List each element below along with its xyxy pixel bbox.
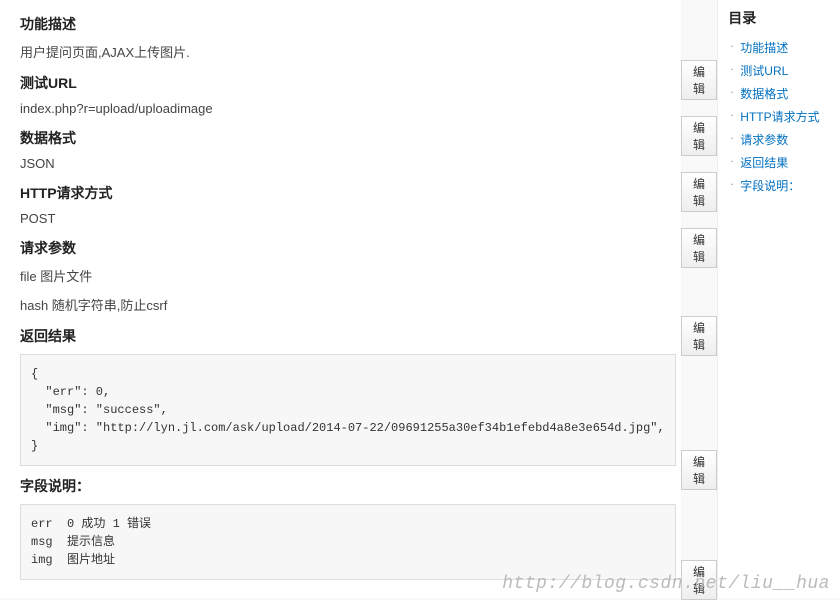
edit-button-method[interactable]: 编辑 (681, 172, 718, 212)
section-body-format: JSON (20, 156, 681, 171)
section-body-url: index.php?r=upload/uploadimage (20, 101, 681, 116)
edit-button-bottom[interactable]: 编辑 (681, 560, 718, 600)
section-title-desc: 功能描述 (20, 14, 681, 34)
toc-title: 目录 (728, 8, 830, 28)
toc-link-format[interactable]: 数据格式 (740, 87, 788, 101)
toc-link-params[interactable]: 请求参数 (740, 133, 788, 147)
section-title-params: 请求参数 (20, 238, 681, 258)
section-body-params: file 图片文件 hash 随机字符串,防止csrf (20, 266, 681, 314)
toc-link-url[interactable]: 测试URL (740, 64, 788, 78)
section-body-desc: 用户提问页面,AJAX上传图片. (20, 42, 681, 61)
param-line-1: file 图片文件 (20, 266, 681, 285)
edit-button-fields[interactable]: 编辑 (681, 450, 718, 490)
edit-button-result[interactable]: 编辑 (681, 316, 718, 356)
section-title-format: 数据格式 (20, 128, 681, 148)
toc-link-result[interactable]: 返回结果 (740, 156, 788, 170)
param-line-2: hash 随机字符串,防止csrf (20, 295, 681, 314)
section-body-method: POST (20, 211, 681, 226)
toc-sidebar: 目录 功能描述 测试URL 数据格式 HTTP请求方式 请求参数 返回结果 字段… (717, 0, 840, 598)
fields-code-block: err 0 成功 1 错误 msg 提示信息 img 图片地址 (20, 504, 676, 580)
section-title-method: HTTP请求方式 (20, 183, 681, 203)
toc-list: 功能描述 测试URL 数据格式 HTTP请求方式 请求参数 返回结果 字段说明： (728, 36, 830, 197)
edit-button-url[interactable]: 编辑 (681, 60, 718, 100)
edit-button-column: 编辑 编辑 编辑 编辑 编辑 编辑 编辑 (681, 0, 718, 598)
main-content: 功能描述 用户提问页面,AJAX上传图片. 测试URL index.php?r=… (0, 0, 681, 598)
edit-button-params[interactable]: 编辑 (681, 228, 718, 268)
toc-link-fields[interactable]: 字段说明： (740, 179, 800, 193)
section-title-result: 返回结果 (20, 326, 681, 346)
section-title-url: 测试URL (20, 73, 681, 93)
toc-link-desc[interactable]: 功能描述 (740, 41, 788, 55)
section-title-fields: 字段说明： (20, 476, 681, 496)
edit-button-format[interactable]: 编辑 (681, 116, 718, 156)
toc-link-method[interactable]: HTTP请求方式 (740, 110, 819, 124)
result-code-block: { "err": 0, "msg": "success", "img": "ht… (20, 354, 676, 466)
